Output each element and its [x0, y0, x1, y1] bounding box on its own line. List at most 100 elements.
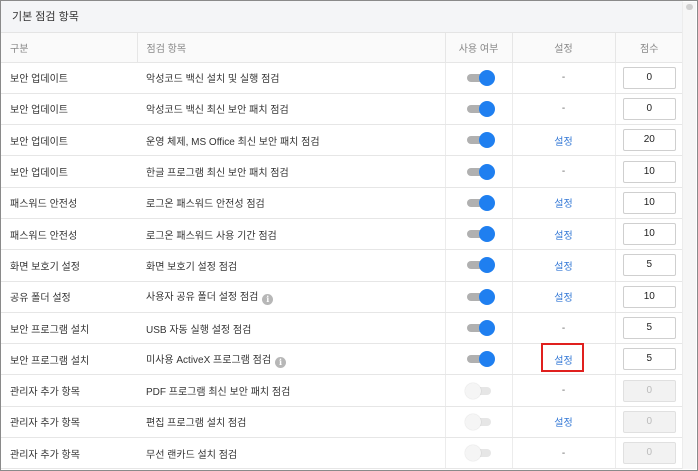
row-setting-cell: - [512, 312, 616, 345]
row-category: 보안 프로그램 설치 [1, 312, 137, 345]
row-score-cell: 5 [615, 312, 683, 345]
header-use: 사용 여부 [445, 33, 513, 63]
use-toggle[interactable] [465, 351, 495, 368]
score-input[interactable]: 10 [622, 191, 676, 214]
table-row: 패스워드 안전성 로그온 패스워드 안전성 점검 설정 10 [1, 187, 683, 219]
setting-link[interactable]: 설정 [554, 137, 572, 148]
score-input[interactable]: 10 [622, 160, 676, 183]
row-category: 보안 업데이트 [1, 62, 137, 94]
row-category: 보안 업데이트 [1, 155, 137, 188]
row-category: 보안 업데이트 [1, 93, 137, 126]
toggle-knob [464, 382, 481, 399]
row-score-cell: 20 [615, 124, 683, 157]
row-item-cell: USB 자동 실행 설정 점검 [137, 312, 446, 345]
row-setting-cell: 설정 [512, 218, 616, 251]
table-row: 보안 업데이트 악성코드 백신 설치 및 실행 점검 - 0 [1, 62, 683, 94]
row-category: 보안 프로그램 설치 [1, 343, 137, 376]
setting-link[interactable]: 설정 [554, 418, 572, 429]
info-icon[interactable]: i [262, 294, 274, 306]
use-toggle[interactable] [464, 382, 493, 399]
score-input[interactable]: 10 [622, 223, 676, 246]
row-setting-cell: - [512, 93, 616, 126]
toggle-knob [478, 69, 495, 86]
use-toggle[interactable] [465, 288, 495, 305]
score-input[interactable]: 0 [622, 66, 676, 89]
score-input[interactable]: 0 [622, 97, 676, 120]
row-use-cell [445, 281, 513, 313]
use-toggle[interactable] [465, 320, 495, 337]
toggle-knob [478, 320, 495, 337]
row-score-cell: 0 [615, 374, 683, 407]
use-toggle[interactable] [465, 69, 495, 86]
row-item-cell: 운영 체제, MS Office 최신 보안 패치 점검 [137, 124, 446, 157]
row-setting-cell: 설정 [512, 249, 616, 282]
row-item-cell: 미사용 ActiveX 프로그램 점검 i [137, 343, 446, 376]
use-toggle[interactable] [465, 257, 495, 274]
row-item-label: USB 자동 실행 설정 점검 [146, 324, 252, 336]
row-use-cell [445, 406, 513, 439]
setting-link[interactable]: 설정 [554, 262, 572, 273]
use-toggle[interactable] [465, 163, 495, 180]
scrollbar-thumb[interactable] [686, 4, 693, 10]
row-use-cell [445, 187, 513, 219]
setting-link[interactable]: 설정 [554, 231, 572, 242]
row-use-cell [445, 249, 513, 282]
row-category: 관리자 추가 항목 [1, 406, 137, 439]
toggle-knob [478, 257, 495, 274]
row-item-label: 사용자 공유 폴더 설정 점검 [146, 292, 259, 304]
row-category: 화면 보호기 설정 [1, 249, 137, 282]
row-item-label: 미사용 ActiveX 프로그램 점검 [146, 354, 272, 366]
info-icon[interactable]: i [275, 356, 287, 368]
row-score-cell: 10 [615, 155, 683, 188]
row-item-cell: 사용자 공유 폴더 설정 점검 i [137, 281, 446, 313]
score-input[interactable]: 5 [622, 317, 676, 340]
setting-none: - [561, 103, 566, 115]
row-item-label: 화면 보호기 설정 점검 [146, 261, 238, 273]
score-input: 0 [622, 442, 676, 465]
row-setting-cell: - [512, 437, 616, 470]
row-category: 공유 폴더 설정 [1, 281, 137, 313]
row-setting-cell: 설정 [512, 343, 616, 376]
row-item-cell: 무선 랜카드 설치 점검 [137, 437, 446, 470]
use-toggle[interactable] [465, 226, 495, 243]
window-frame: 기본 점검 항목 구분 점검 항목 사용 여부 설정 점수 보안 업데이트 악성코… [0, 0, 698, 471]
row-category: 보안 업데이트 [1, 124, 137, 157]
score-input[interactable]: 20 [622, 129, 676, 152]
score-input[interactable]: 5 [622, 254, 676, 277]
table-header-row: 구분 점검 항목 사용 여부 설정 점수 [1, 33, 683, 63]
setting-none: - [561, 166, 566, 178]
use-toggle[interactable] [464, 445, 493, 462]
vertical-scrollbar[interactable] [682, 2, 696, 469]
row-category: 패스워드 안전성 [1, 187, 137, 219]
row-setting-cell: - [512, 155, 616, 188]
row-item-label: PDF 프로그램 최신 보안 패치 점검 [146, 387, 291, 399]
toggle-knob [478, 226, 495, 243]
setting-link[interactable]: 설정 [554, 293, 572, 304]
use-toggle[interactable] [464, 413, 493, 430]
row-category: 관리자 추가 항목 [1, 374, 137, 407]
row-setting-cell: 설정 [512, 281, 616, 313]
use-toggle[interactable] [465, 194, 495, 211]
toggle-knob [478, 132, 495, 149]
row-score-cell: 0 [615, 437, 683, 470]
row-setting-cell: 설정 [512, 187, 616, 219]
use-toggle[interactable] [465, 100, 495, 117]
toggle-knob [478, 288, 495, 305]
setting-link[interactable]: 설정 [554, 356, 572, 367]
table-row: 공유 폴더 설정 사용자 공유 폴더 설정 점검 i 설정 10 [1, 281, 683, 313]
header-category: 구분 [1, 33, 138, 63]
row-use-cell [445, 343, 513, 376]
row-item-label: 한글 프로그램 최신 보안 패치 점검 [146, 168, 289, 180]
row-category: 관리자 추가 항목 [1, 437, 137, 470]
row-use-cell [445, 93, 513, 126]
header-score: 점수 [615, 33, 683, 63]
table-row: 보안 프로그램 설치 미사용 ActiveX 프로그램 점검 i 설정 5 [1, 343, 683, 376]
score-input[interactable]: 5 [622, 348, 676, 371]
score-input[interactable]: 10 [622, 285, 676, 308]
row-item-cell: 악성코드 백신 설치 및 실행 점검 [137, 62, 446, 94]
setting-link[interactable]: 설정 [554, 199, 572, 210]
use-toggle[interactable] [465, 132, 495, 149]
toggle-knob [478, 163, 495, 180]
row-use-cell [445, 62, 513, 94]
row-use-cell [445, 218, 513, 251]
